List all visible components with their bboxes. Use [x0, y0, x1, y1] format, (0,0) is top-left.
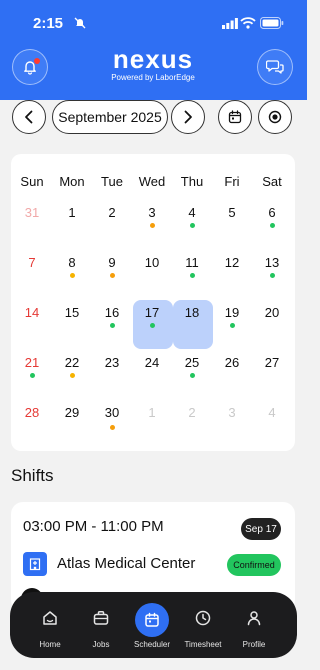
weekday-fri: Fri: [224, 174, 240, 189]
calendar-day-outside-month[interactable]: 2: [172, 405, 212, 420]
calendar-day[interactable]: 19: [212, 305, 252, 320]
chevron-left-icon: [25, 110, 33, 124]
calendar-day[interactable]: 12: [212, 255, 252, 270]
cellular-signal-icon: [222, 18, 238, 29]
calendar-icon: [228, 110, 242, 124]
weekday-sat: Sat: [262, 174, 282, 189]
calendar-day[interactable]: 22: [52, 355, 92, 370]
calendar-day[interactable]: 16: [92, 305, 132, 320]
month-navigation: September 2025: [0, 100, 307, 140]
shift-indicator-dot: [149, 223, 155, 228]
month-label: September 2025: [58, 109, 162, 125]
calendar-day[interactable]: 21: [12, 355, 52, 370]
month-calendar: Sun Mon Tue Wed Thu Fri Sat 31 1 2 3 4 5…: [11, 154, 295, 451]
calendar-day-outside-month[interactable]: 4: [252, 405, 292, 420]
calendar-day-outside-month[interactable]: 3: [212, 405, 252, 420]
battery-icon: [260, 17, 284, 29]
calendar-day[interactable]: 26: [212, 355, 252, 370]
calendar-day[interactable]: 24: [132, 355, 172, 370]
shift-time: 03:00 PM - 11:00 PM: [23, 518, 164, 535]
notification-badge: [34, 58, 40, 64]
shift-indicator-dot: [109, 323, 115, 328]
calendar-day[interactable]: 20: [252, 305, 292, 320]
logo-subtitle: Powered by LaborEdge: [111, 73, 195, 82]
shift-status-badge: Confirmed: [227, 554, 281, 576]
calendar-day[interactable]: 15: [52, 305, 92, 320]
hospital-icon: [23, 552, 47, 576]
calendar-day[interactable]: 10: [132, 255, 172, 270]
calendar-day[interactable]: 4: [172, 205, 212, 220]
calendar-day[interactable]: 1: [52, 205, 92, 220]
calendar-day-selected[interactable]: 18: [172, 305, 212, 320]
today-button[interactable]: [258, 100, 292, 134]
logo-wordmark: nexus: [112, 44, 194, 74]
person-icon: [241, 605, 267, 631]
shift-indicator-dot: [189, 373, 195, 378]
weekday-mon: Mon: [59, 174, 85, 189]
calendar-day[interactable]: 6: [252, 205, 292, 220]
chevron-right-icon: [184, 110, 192, 124]
tab-profile[interactable]: Profile: [228, 592, 280, 658]
calendar-day[interactable]: 2: [92, 205, 132, 220]
shift-indicator-dot: [189, 273, 195, 278]
calendar-day[interactable]: 9: [92, 255, 132, 270]
shift-indicator-dot: [109, 273, 115, 278]
weekday-sun: Sun: [20, 174, 44, 189]
nexus-logo: nexus Powered by LaborEdge: [98, 46, 208, 83]
calendar-day[interactable]: 13: [252, 255, 292, 270]
shift-indicator-dot: [149, 323, 155, 328]
shift-indicator-dot: [29, 373, 35, 378]
weekday-wed: Wed: [138, 174, 166, 189]
calendar-day[interactable]: 25: [172, 355, 212, 370]
calendar-day[interactable]: 5: [212, 205, 252, 220]
shift-indicator-dot: [269, 223, 275, 228]
target-icon: [268, 110, 282, 124]
calendar-day[interactable]: 29: [52, 405, 92, 420]
bell-muted-icon: [74, 17, 86, 29]
calendar-day[interactable]: 11: [172, 255, 212, 270]
clock-icon: [190, 605, 216, 631]
shifts-heading: Shifts: [11, 466, 54, 485]
calendar-view-button[interactable]: [218, 100, 252, 134]
notifications-button[interactable]: [12, 49, 48, 85]
calendar-day-outside-month[interactable]: 1: [132, 405, 172, 420]
bottom-tab-bar: Home Jobs Scheduler Timesheet Profile: [10, 592, 297, 658]
calendar-day[interactable]: 31: [12, 205, 52, 220]
next-month-button[interactable]: [171, 100, 205, 134]
wifi-icon: [240, 17, 256, 29]
shift-indicator-dot: [229, 323, 235, 328]
shift-date-badge: Sep 17: [241, 518, 281, 540]
calendar-day[interactable]: 8: [52, 255, 92, 270]
shift-indicator-dot: [189, 223, 195, 228]
calendar-day[interactable]: 27: [252, 355, 292, 370]
calendar-day[interactable]: 14: [12, 305, 52, 320]
shift-indicator-dot: [69, 373, 75, 378]
status-bar: 2:15: [0, 14, 307, 36]
calendar-icon: [135, 603, 169, 637]
home-icon: [37, 605, 63, 631]
calendar-day-selected[interactable]: 17: [132, 305, 172, 320]
shift-indicator-dot: [69, 273, 75, 278]
weekday-thu: Thu: [180, 174, 204, 189]
calendar-day[interactable]: 23: [92, 355, 132, 370]
app-header: 2:15 nexus Powered by LaborEdge: [0, 0, 307, 100]
calendar-day[interactable]: 28: [12, 405, 52, 420]
calendar-day[interactable]: 7: [12, 255, 52, 270]
calendar-day[interactable]: 3: [132, 205, 172, 220]
messages-button[interactable]: [257, 49, 293, 85]
calendar-day[interactable]: 30: [92, 405, 132, 420]
previous-month-button[interactable]: [12, 100, 46, 134]
status-time: 2:15: [33, 15, 64, 32]
briefcase-icon: [88, 605, 114, 631]
month-selector[interactable]: September 2025: [52, 100, 168, 134]
shift-indicator-dot: [269, 273, 275, 278]
facility-name: Atlas Medical Center: [57, 555, 196, 572]
chat-bubbles-icon: [266, 60, 284, 74]
shift-indicator-dot: [109, 425, 115, 430]
weekday-tue: Tue: [101, 174, 123, 189]
tab-label: Profile: [242, 640, 266, 649]
